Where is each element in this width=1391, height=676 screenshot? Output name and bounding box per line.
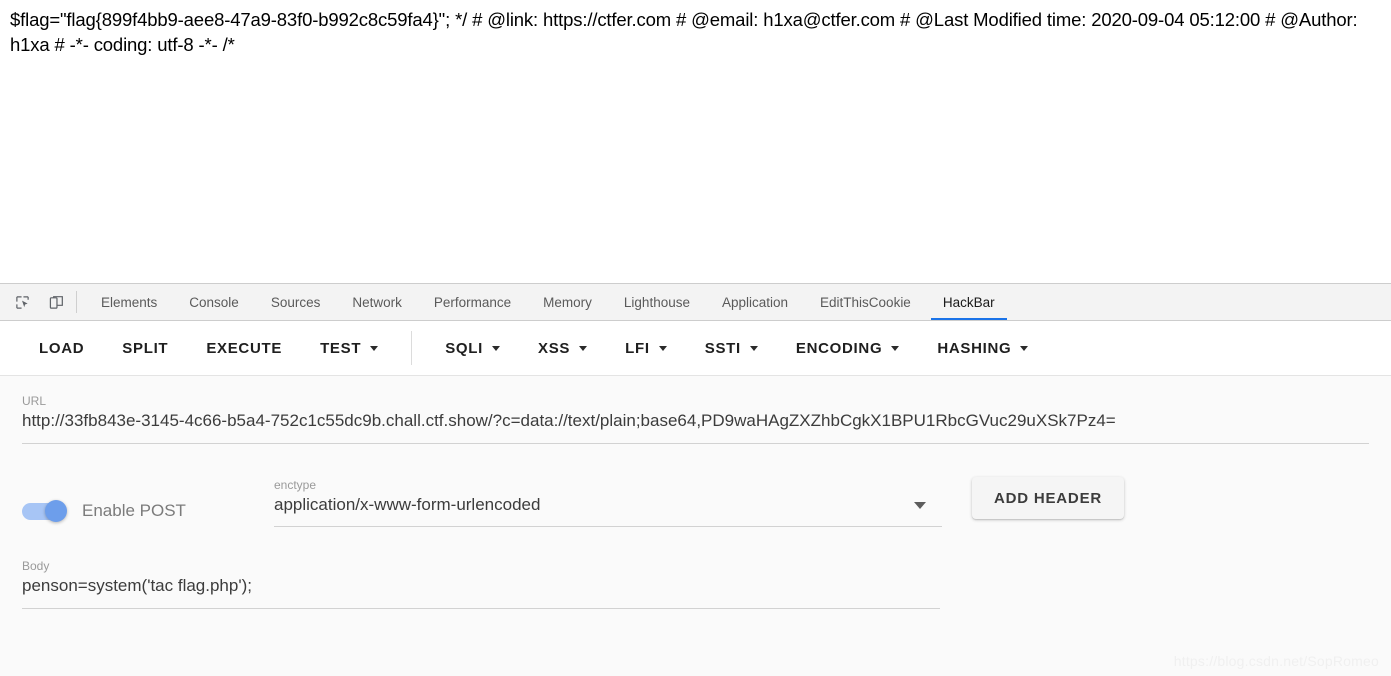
tab-elements[interactable]: Elements [85, 284, 173, 320]
devtools-tabbar: Elements Console Sources Network Perform… [0, 284, 1391, 321]
php-source-output: $flag="flag{899f4bb9-aee8-47a9-83f0-b992… [10, 9, 1358, 55]
toggle-knob [45, 500, 67, 522]
url-field[interactable]: URL http://33fb843e-3145-4c66-b5a4-752c1… [0, 376, 1391, 444]
chevron-down-icon [658, 345, 667, 351]
tab-memory[interactable]: Memory [527, 284, 608, 320]
encoding-menu-label: ENCODING [795, 339, 883, 357]
enctype-field[interactable]: enctype application/x-www-form-urlencode… [274, 478, 942, 527]
split-button-label: SPLIT [122, 339, 169, 357]
enctype-select[interactable]: application/x-www-form-urlencoded [274, 492, 942, 518]
tab-label: Memory [543, 294, 592, 310]
split-button[interactable]: SPLIT [103, 330, 187, 366]
devtools-tabs: Elements Console Sources Network Perform… [85, 284, 1011, 320]
watermark: https://blog.csdn.net/SopRomeo [1173, 653, 1379, 669]
tab-lighthouse[interactable]: Lighthouse [608, 284, 706, 320]
enable-post-label: Enable POST [82, 501, 186, 520]
enable-post-control[interactable]: Enable POST [22, 500, 274, 527]
test-menu-label: TEST [320, 339, 362, 357]
tab-label: EditThisCookie [820, 294, 911, 310]
tab-application[interactable]: Application [706, 284, 804, 320]
post-settings-row: Enable POST enctype application/x-www-fo… [0, 477, 1391, 527]
body-underline [22, 608, 940, 609]
test-menu-button[interactable]: TEST [301, 330, 397, 366]
encoding-menu-button[interactable]: ENCODING [777, 330, 918, 366]
device-toolbar-icon[interactable] [42, 289, 70, 315]
chevron-down-icon [370, 345, 379, 351]
add-header-button[interactable]: ADD HEADER [972, 477, 1125, 519]
tab-editthiscookie[interactable]: EditThisCookie [804, 284, 927, 320]
chevron-down-icon [891, 345, 900, 351]
tab-label: Elements [101, 294, 158, 310]
body-field-label: Body [22, 559, 50, 573]
ssti-menu-label: SSTI [704, 339, 741, 357]
sqli-menu-label: SQLI [445, 339, 484, 357]
tab-hackbar[interactable]: HackBar [927, 284, 1011, 320]
tab-network[interactable]: Network [336, 284, 418, 320]
inspect-element-icon[interactable] [8, 289, 36, 315]
hashing-menu-button[interactable]: HASHING [918, 330, 1047, 366]
chevron-down-icon [579, 345, 588, 351]
hackbar-body: URL http://33fb843e-3145-4c66-b5a4-752c1… [0, 376, 1391, 676]
execute-button[interactable]: EXECUTE [187, 330, 301, 366]
url-field-label: URL [22, 394, 47, 408]
lfi-menu-button[interactable]: LFI [606, 330, 686, 366]
hashing-menu-label: HASHING [937, 339, 1012, 357]
page-content-area: $flag="flag{899f4bb9-aee8-47a9-83f0-b992… [0, 0, 1391, 283]
tab-label: HackBar [942, 294, 995, 310]
enctype-field-label: enctype [274, 478, 317, 492]
tab-sources[interactable]: Sources [255, 284, 337, 320]
tab-label: Network [352, 294, 402, 310]
chevron-down-icon[interactable] [914, 501, 926, 509]
body-field[interactable]: Body penson=system('tac flag.php'); [0, 559, 962, 609]
enctype-underline [274, 526, 942, 527]
tabbar-divider [76, 291, 77, 313]
load-button[interactable]: LOAD [20, 330, 103, 366]
tab-label: Console [189, 294, 239, 310]
ssti-menu-button[interactable]: SSTI [686, 330, 777, 366]
toolbar-divider [411, 331, 413, 365]
add-header-button-label: ADD HEADER [994, 489, 1103, 507]
tab-performance[interactable]: Performance [418, 284, 527, 320]
xss-menu-label: XSS [538, 339, 571, 357]
screenshot-root: $flag="flag{899f4bb9-aee8-47a9-83f0-b992… [0, 0, 1391, 676]
devtools-panel: Elements Console Sources Network Perform… [0, 283, 1391, 676]
devtools-tool-icons [0, 284, 70, 320]
chevron-down-icon [1020, 345, 1029, 351]
url-input[interactable]: http://33fb843e-3145-4c66-b5a4-752c1c55d… [22, 408, 1369, 434]
lfi-menu-label: LFI [625, 339, 650, 357]
execute-button-label: EXECUTE [206, 339, 283, 357]
tab-label: Sources [270, 294, 321, 310]
chevron-down-icon [492, 345, 501, 351]
sqli-menu-button[interactable]: SQLI [426, 330, 519, 366]
url-underline [22, 443, 1369, 444]
enable-post-toggle[interactable] [22, 500, 67, 522]
enctype-value: application/x-www-form-urlencoded [274, 495, 541, 514]
chevron-down-icon [749, 345, 758, 351]
tab-label: Performance [433, 294, 512, 310]
xss-menu-button[interactable]: XSS [519, 330, 606, 366]
tab-label: Application [721, 294, 789, 310]
tab-console[interactable]: Console [173, 284, 255, 320]
body-input[interactable]: penson=system('tac flag.php'); [22, 573, 940, 599]
tab-label: Lighthouse [623, 294, 690, 310]
load-button-label: LOAD [39, 339, 85, 357]
hackbar-toolbar: LOAD SPLIT EXECUTE TEST SQLI XSS LFI SST… [0, 321, 1391, 376]
